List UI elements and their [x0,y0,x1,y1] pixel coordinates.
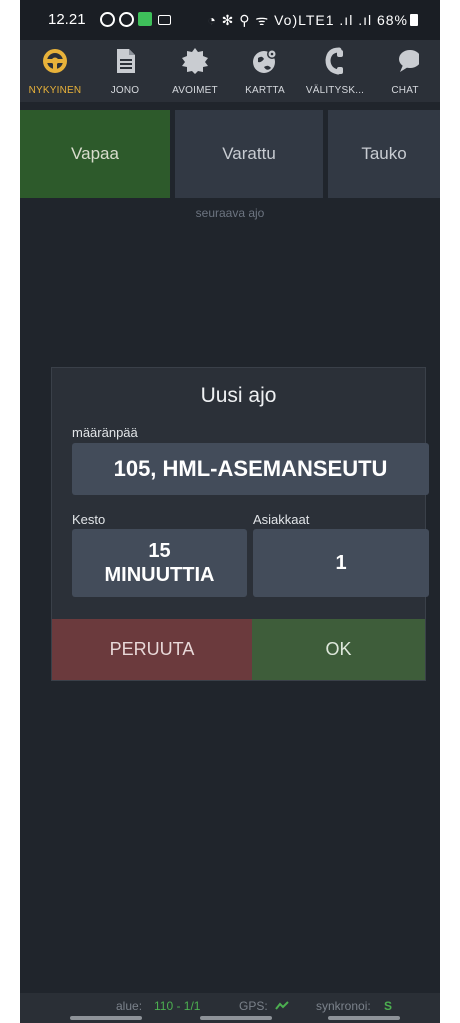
tab-label: AVOIMET [172,85,218,96]
status-free-button[interactable]: Vapaa [20,110,170,198]
app-notification-icon [138,12,152,26]
steering-wheel-icon [43,49,67,73]
cancel-button[interactable]: PERUUTA [52,619,252,680]
tab-valityskeskus[interactable]: VÄLITYSK... [300,40,370,102]
new-ride-dialog: Uusi ajo määränpää 105, HML-ASEMANSEUTU … [51,367,429,681]
tab-label: JONO [110,85,140,96]
next-ride-label: seuraava ajo [195,206,265,220]
circle-icon [119,12,134,27]
badge-icon [182,48,208,74]
tab-kartta[interactable]: KARTTA [230,40,300,102]
sync-label: synkronoi: [316,999,371,1013]
customers-label: Asiakkaat [253,512,310,527]
status-indicators: ◔ ✻ ⚲ ᯤ Vo)LTE1 .ıl .ıl 68% [207,11,418,30]
destination-field[interactable]: 105, HML-ASEMANSEUTU [72,443,429,495]
status-indicators-text: ◔ ✻ ⚲ ᯤ Vo)LTE1 .ıl .ıl 68% [207,12,408,28]
tab-bar: NYKYINEN JONO AVOIMET KARTTA VÄLITYSK...… [20,40,440,102]
gps-signal-icon [275,1001,289,1010]
status-time: 12.21 [48,11,86,28]
tab-label: KARTTA [245,85,285,96]
tab-jono[interactable]: JONO [90,40,160,102]
chat-bubble-icon [399,50,419,72]
status-more-button[interactable] [438,110,440,148]
duration-label: Kesto [72,512,106,527]
destination-label: määränpää [72,425,138,440]
nav-pill[interactable] [200,1016,272,1020]
nav-pill[interactable] [70,1016,142,1020]
document-icon [117,49,135,73]
gps-label: GPS: [239,999,268,1013]
tab-avoimet[interactable]: AVOIMET [160,40,230,102]
whatsapp-icon [100,12,115,27]
status-break-button[interactable]: Tauko [328,110,440,198]
nav-pill[interactable] [328,1016,400,1020]
globe-pin-icon [253,49,277,73]
area-value: 110 - 1/1 [154,999,201,1013]
customers-field[interactable]: 1 [253,529,429,597]
message-icon [158,15,171,25]
app-screen: 12.21 ◔ ✻ ⚲ ᯤ Vo)LTE1 .ıl .ıl 68% NYKYIN… [20,0,440,1023]
status-bar: 12.21 ◔ ✻ ⚲ ᯤ Vo)LTE1 .ıl .ıl 68% [20,0,440,40]
tab-chat[interactable]: CHAT [370,40,440,102]
tab-nykyinen[interactable]: NYKYINEN [20,40,90,102]
tab-label: VÄLITYSK... [305,85,365,96]
duration-value: 15 [148,540,171,562]
sync-value: S [384,999,393,1013]
tab-label: CHAT [391,85,419,96]
status-busy-button[interactable]: Varattu [175,110,323,198]
tab-label: NYKYINEN [28,85,82,96]
duration-field[interactable]: 15 MINUUTTIA [72,529,247,597]
area-label: alue: [116,999,143,1013]
headset-icon [325,47,343,75]
battery-icon [410,14,418,26]
duration-unit: MINUUTTIA [104,564,215,586]
ok-button[interactable]: OK [252,619,425,680]
dialog-title: Uusi ajo [200,384,277,407]
